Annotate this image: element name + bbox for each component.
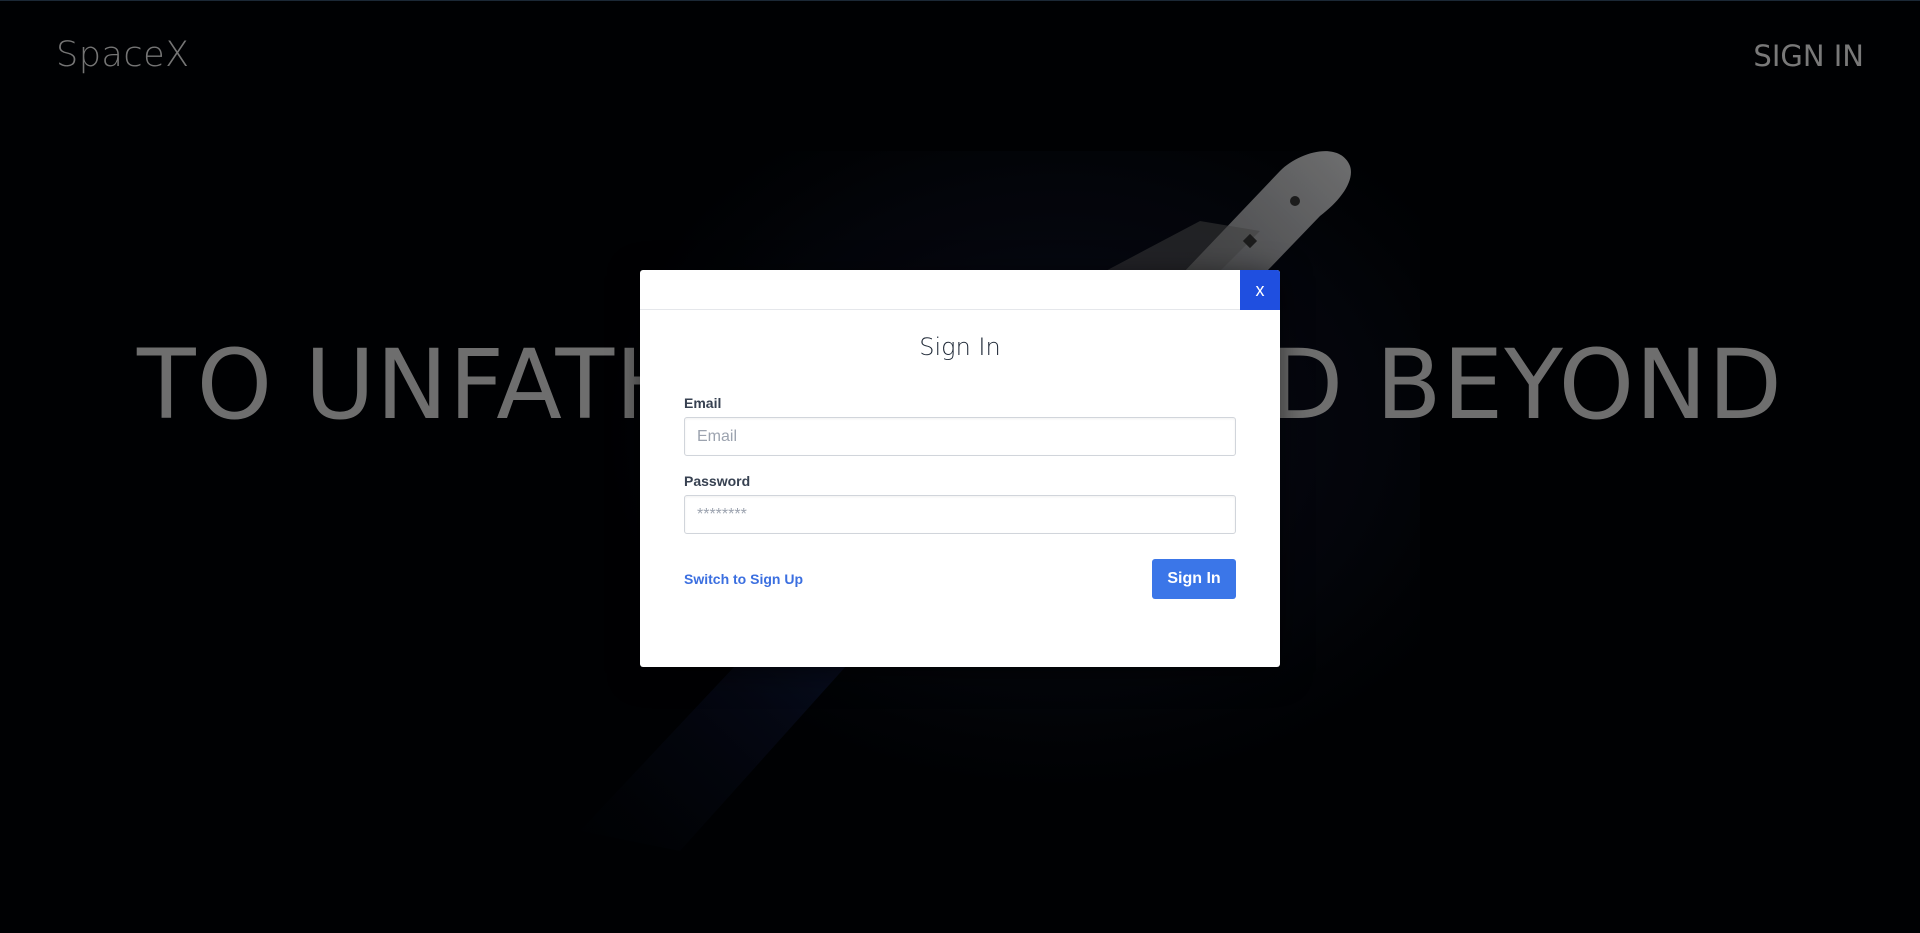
sign-in-button[interactable]: Sign In — [1152, 559, 1236, 599]
form-actions: Switch to Sign Up Sign In — [684, 559, 1236, 599]
switch-to-sign-up-link[interactable]: Switch to Sign Up — [684, 571, 803, 587]
modal-title: Sign In — [919, 333, 1001, 361]
password-input[interactable] — [684, 495, 1236, 534]
email-input[interactable] — [684, 417, 1236, 456]
password-group: Password — [684, 473, 1236, 534]
modal-header: x — [640, 270, 1280, 310]
email-label: Email — [684, 395, 722, 411]
sign-in-modal: x Sign In Email Password Switch to Sign … — [640, 270, 1280, 667]
email-group: Email — [684, 395, 1236, 456]
password-label: Password — [684, 473, 751, 489]
sign-in-form: Email Password Switch to Sign Up Sign In — [640, 395, 1280, 599]
close-button[interactable]: x — [1240, 270, 1280, 310]
page: SpaceX SIGN IN TO UNFATHOMABLE AND BEYON… — [0, 0, 1920, 933]
